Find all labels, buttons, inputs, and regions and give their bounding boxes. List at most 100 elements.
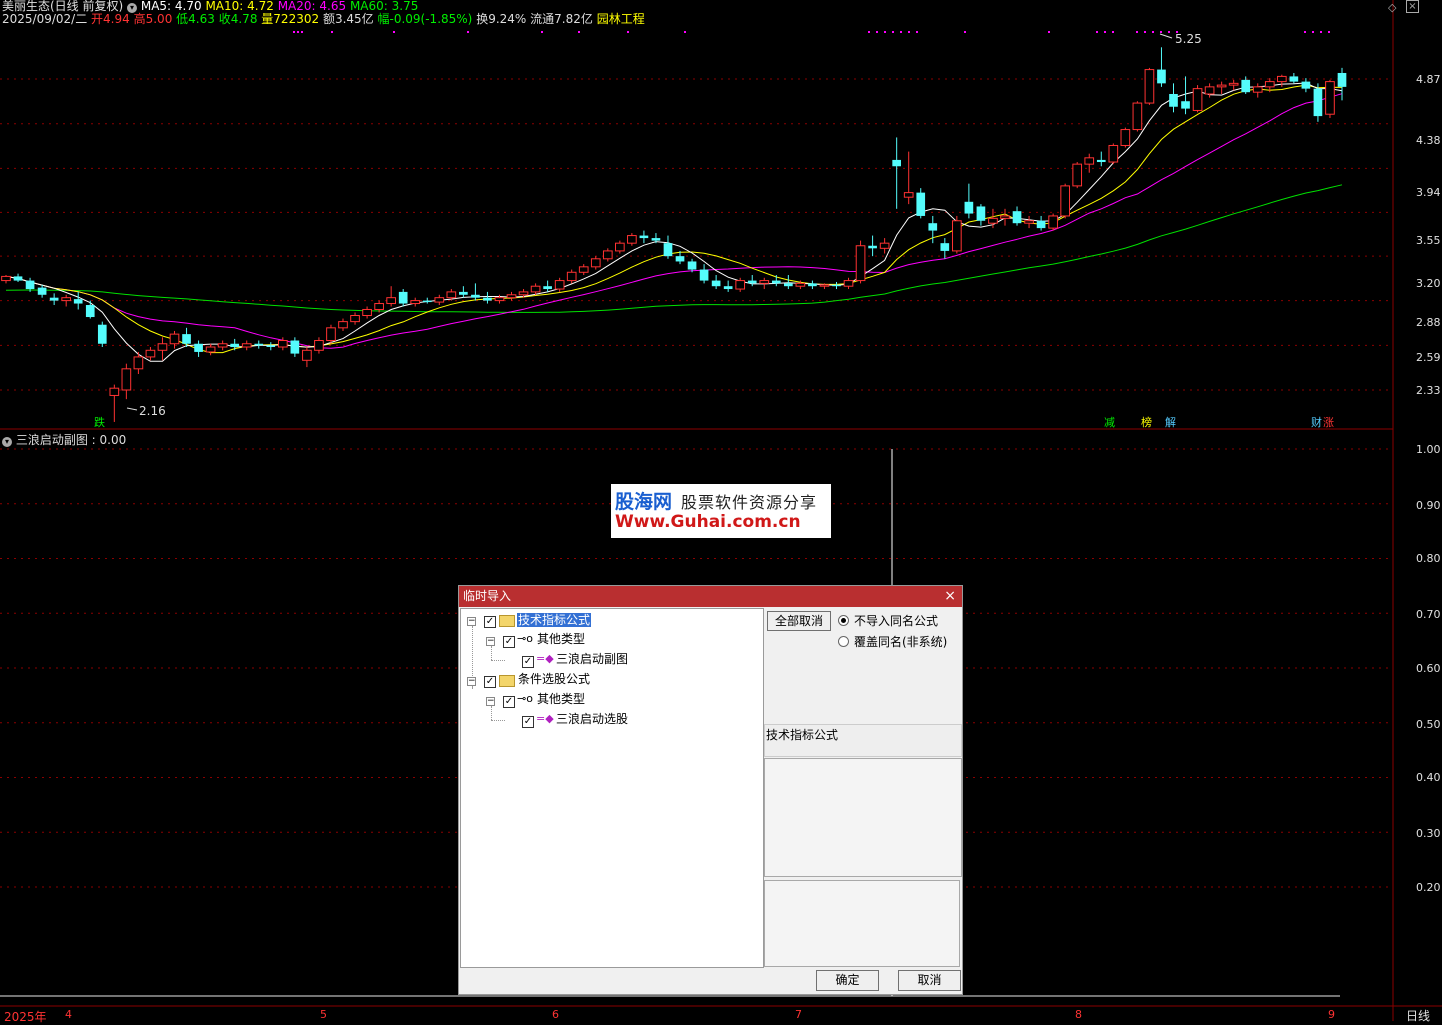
collapse-icon[interactable]: − xyxy=(486,697,495,706)
candle-body xyxy=(410,300,421,305)
signal-dot xyxy=(684,31,686,33)
collapse-icon[interactable]: − xyxy=(467,677,476,686)
close-label: 收4.78 xyxy=(218,12,258,26)
tree-item-stock-screening[interactable]: 条件选股公式 xyxy=(518,670,590,688)
collapse-icon[interactable]: − xyxy=(467,617,476,626)
candle-body xyxy=(61,297,72,302)
watermark-url: Www.Guhai.com.cn xyxy=(615,512,801,532)
radio-overwrite[interactable] xyxy=(838,636,849,647)
sub-chart-title[interactable]: ▾ 三浪启动副图 : 0.00 xyxy=(2,431,126,448)
price-tick: 4.38 xyxy=(1416,134,1441,147)
tree-item-other-types[interactable]: 其他类型 xyxy=(537,630,585,648)
candle-body xyxy=(97,324,107,344)
dialog-titlebar[interactable]: 临时导入 × xyxy=(459,586,962,607)
candle-body xyxy=(518,291,529,296)
signal-dot xyxy=(1152,31,1154,33)
candle-body xyxy=(988,217,998,224)
checkbox[interactable]: ✓ xyxy=(484,676,496,688)
candle-body xyxy=(928,223,938,231)
event-mark[interactable]: 解 xyxy=(1165,414,1176,430)
candle-body xyxy=(471,294,480,298)
signal-dot xyxy=(578,31,580,33)
low-mark-leader xyxy=(126,407,138,411)
chart-settings-icon[interactable]: ◇ xyxy=(1388,1,1396,14)
tree-label: 其他类型 xyxy=(537,632,586,646)
indicator-tick: 0.90 xyxy=(1416,499,1441,512)
period-label[interactable]: 日线 xyxy=(1406,1007,1430,1024)
dropdown-circle-icon[interactable]: ▾ xyxy=(2,437,12,447)
candle-body xyxy=(37,287,47,295)
tree-label: 其他类型 xyxy=(537,692,586,706)
event-mark[interactable]: 榜 xyxy=(1141,414,1152,430)
candle-body xyxy=(543,286,552,290)
watermark-brand: 股海网 xyxy=(615,491,673,513)
low-mark-label: 2.16 xyxy=(139,404,166,418)
signal-dot xyxy=(1104,31,1106,33)
tree-item-technical-indicators[interactable]: 技术指标公式 xyxy=(517,611,592,629)
signal-dot xyxy=(1160,31,1162,33)
checkbox[interactable]: ✓ xyxy=(503,696,515,708)
close-icon[interactable]: × xyxy=(940,586,956,607)
price-tick: 4.87 xyxy=(1416,73,1441,86)
checkbox[interactable]: ✓ xyxy=(522,656,534,668)
tree-item-other-types[interactable]: 其他类型 xyxy=(537,690,585,708)
candle-body xyxy=(843,280,854,287)
candle-body xyxy=(1084,157,1095,165)
candle-body xyxy=(314,340,324,351)
cancel-button[interactable]: 取消 xyxy=(898,970,961,991)
ok-button[interactable]: 确定 xyxy=(816,970,879,991)
details-panel[interactable] xyxy=(764,880,960,967)
candle-body xyxy=(169,333,180,345)
collapse-icon[interactable]: − xyxy=(486,637,495,646)
candle-body xyxy=(868,245,877,249)
event-mark[interactable]: 涨 xyxy=(1323,414,1334,430)
formula-tree[interactable]: − ✓ 技术指标公式 − ✓ ⊸o 其他类型 ✓ =◆ 三浪启动副图 − ✓ 条… xyxy=(460,608,764,968)
sector-label[interactable]: 园林工程 xyxy=(597,12,645,26)
description-panel[interactable] xyxy=(764,758,962,877)
candle-body xyxy=(230,343,240,348)
chart-close-icon[interactable]: × xyxy=(1406,0,1419,13)
event-mark[interactable]: 跌 xyxy=(94,414,105,430)
checkbox[interactable]: ✓ xyxy=(484,616,496,628)
tree-label: 条件选股公式 xyxy=(518,672,591,686)
tree-item-formula-sub-chart[interactable]: 三浪启动副图 xyxy=(556,650,628,668)
import-dialog: 临时导入 × − ✓ 技术指标公式 − ✓ ⊸o 其他类型 ✓ =◆ 三浪启动副… xyxy=(458,585,963,995)
signal-dot xyxy=(331,31,333,33)
radio-overwrite-label[interactable]: 覆盖同名(非系统) xyxy=(854,633,947,650)
candle-body xyxy=(1252,86,1263,93)
event-mark[interactable]: 减 xyxy=(1104,414,1115,430)
candle-body xyxy=(808,283,817,287)
candle-body xyxy=(699,269,709,281)
checkbox[interactable]: ✓ xyxy=(503,636,515,648)
candle-body xyxy=(157,343,168,351)
info-label: 技术指标公式 xyxy=(766,728,839,742)
checkbox[interactable]: ✓ xyxy=(522,716,534,728)
signal-dot xyxy=(467,31,469,33)
candle-body xyxy=(1,275,11,282)
signal-dot xyxy=(1136,31,1138,33)
radio-no-import-label[interactable]: 不导入同名公式 xyxy=(854,612,938,629)
candle-body xyxy=(483,297,492,301)
radio-no-import[interactable] xyxy=(838,615,849,626)
signal-dot xyxy=(1096,31,1098,33)
candle-body xyxy=(723,286,733,290)
signal-dot xyxy=(916,31,918,33)
event-mark[interactable]: 财 xyxy=(1311,414,1322,430)
signal-dot xyxy=(627,31,629,33)
date-label: 2025/09/02/二 xyxy=(2,12,88,26)
amount-label: 额3.45亿 xyxy=(322,12,374,26)
candle-body xyxy=(182,334,191,344)
candle-body xyxy=(217,343,228,348)
candle-body xyxy=(735,280,746,290)
tree-item-formula-screener[interactable]: 三浪启动选股 xyxy=(556,710,628,728)
time-tick: 4 xyxy=(65,1008,72,1021)
price-tick: 3.55 xyxy=(1416,234,1441,247)
tree-label: 技术指标公式 xyxy=(517,613,592,627)
signal-dot xyxy=(293,31,295,33)
uncheck-all-button[interactable]: 全部取消 xyxy=(767,611,831,631)
candle-body xyxy=(602,250,613,260)
signal-dot xyxy=(1168,31,1170,33)
candle-body xyxy=(916,192,926,216)
tree-label: 三浪启动副图 xyxy=(556,652,629,666)
candle-body xyxy=(784,283,793,287)
